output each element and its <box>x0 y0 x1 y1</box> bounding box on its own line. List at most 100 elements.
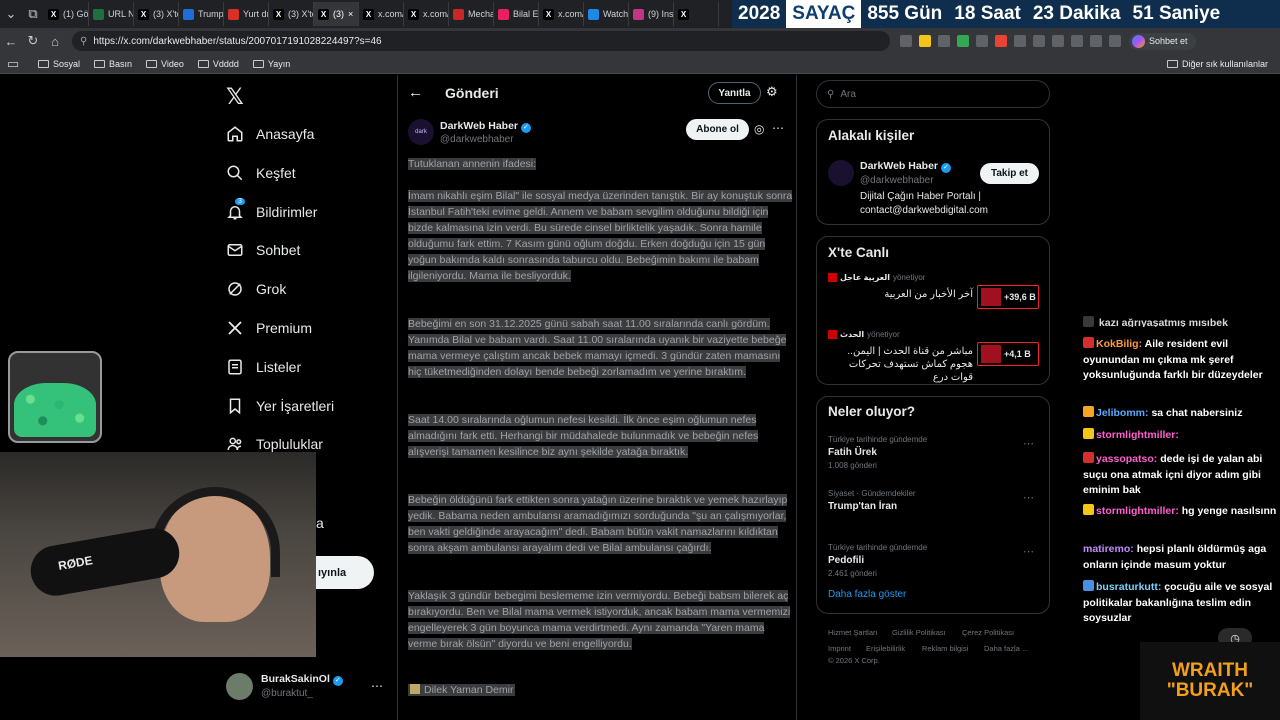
trends-title: Neler oluyor? <box>828 404 916 419</box>
trend-item[interactable]: Türkiye tarihinde gündemde Pedofili 2.461 … <box>828 543 1040 587</box>
related-avatar[interactable] <box>828 160 854 186</box>
browser-tab[interactable]: Xx.com/ <box>359 2 404 26</box>
footer-link[interactable]: Reklam bilgisi <box>922 644 968 653</box>
chat-username[interactable]: stormlightmiller: <box>1096 429 1179 441</box>
browser-tab[interactable]: (9) Inst <box>629 2 674 26</box>
live-item[interactable]: الحدث yönetiyor مباشر من قناة الحدث | اليم… <box>828 330 1040 383</box>
extension-icon[interactable] <box>1090 35 1102 47</box>
tab-actions-icon[interactable]: ▭ <box>2 54 24 74</box>
bookmark-folder[interactable]: Yayın <box>252 59 290 69</box>
nav-item-grok[interactable]: Grok <box>226 274 286 304</box>
footer-link[interactable]: Daha fazla ... <box>984 644 1028 653</box>
nav-item-bookmark[interactable]: Yer İşaretleri <box>226 391 334 421</box>
extension-icon[interactable] <box>919 35 931 47</box>
extension-icon[interactable] <box>1109 35 1121 47</box>
chat-username[interactable]: KokBilig: <box>1096 338 1142 350</box>
grok-icon[interactable]: ◎ <box>754 122 764 136</box>
browser-tab[interactable]: X <box>674 2 719 26</box>
browser-tab[interactable]: X (3) X'te <box>134 2 179 26</box>
search-input[interactable]: ⚲ Ara <box>816 80 1050 108</box>
subscribe-button[interactable]: Abone ol <box>686 119 749 140</box>
extension-icon[interactable] <box>938 35 950 47</box>
follow-button[interactable]: Takip et <box>980 163 1039 184</box>
home-icon[interactable]: ⌂ <box>44 31 66 51</box>
chat-username[interactable]: busraturkutt: <box>1096 581 1161 593</box>
extension-icon[interactable] <box>976 35 988 47</box>
footer-link[interactable]: Erişilebilirlik <box>866 644 905 653</box>
trend-more-icon[interactable]: ⋯ <box>1023 491 1034 504</box>
nav-item-list[interactable]: Listeler <box>226 352 301 382</box>
author-name[interactable]: DarkWeb Haber ✓ <box>440 120 531 133</box>
trend-more-icon[interactable]: ⋯ <box>1023 545 1034 558</box>
post-button-partial[interactable]: ıyınla <box>316 556 374 589</box>
site-info-icon[interactable]: ⚲ <box>80 36 87 47</box>
author-avatar[interactable]: dark <box>408 119 434 145</box>
account-avatar[interactable] <box>226 673 253 700</box>
account-menu-icon[interactable]: ⋯ <box>371 679 383 693</box>
trend-item[interactable]: Siyaset · Gündemdekiler Trump'tan İran ⋯ <box>828 489 1040 533</box>
browser-tab[interactable]: Mecha <box>449 2 494 26</box>
bookmark-folder[interactable]: Vdddd <box>197 59 239 69</box>
extension-icon[interactable] <box>1071 35 1083 47</box>
live-item[interactable]: العربية عاجل yönetiyor آخر الأخبار من العر… <box>828 273 1040 323</box>
chat-badge-icon <box>1083 337 1094 348</box>
trend-more-icon[interactable]: ⋯ <box>1023 437 1034 450</box>
browser-tab[interactable]: Bilal Er <box>494 2 539 26</box>
browser-tab[interactable]: X (1) Gö <box>44 2 89 26</box>
footer-link[interactable]: Imprint <box>828 644 851 653</box>
footer-link[interactable]: Çerez Politikası <box>962 628 1014 637</box>
nav-item-home[interactable]: Anasayfa <box>226 119 314 149</box>
chat-username[interactable]: Jelibomm: <box>1096 407 1149 419</box>
extension-icon[interactable] <box>1033 35 1045 47</box>
browser-tab[interactable]: URL N <box>89 2 134 26</box>
extension-icon[interactable] <box>900 35 912 47</box>
close-tab-icon[interactable]: × <box>348 9 353 19</box>
nav-item-mail[interactable]: Sohbet <box>226 235 300 265</box>
extension-icon[interactable] <box>957 35 969 47</box>
folder-icon <box>1166 59 1178 68</box>
reload-icon[interactable]: ↻ <box>22 31 44 51</box>
browser-tab[interactable]: Xx.com/ <box>539 2 584 26</box>
counter-year: 2028 <box>738 3 781 24</box>
trend-item[interactable]: Türkiye tarihinde gündemde Fatih Ürek 1.00… <box>828 435 1040 479</box>
browser-tab[interactable]: X (3) X'te <box>269 2 314 26</box>
nav-item-x-logo[interactable]: Premium <box>226 313 312 343</box>
account-name[interactable]: BurakSakinOl ✓ <box>261 673 343 686</box>
back-icon[interactable]: ← <box>0 31 22 51</box>
other-bookmarks[interactable]: Diğer sık kullanılanlar <box>1166 58 1268 69</box>
footer-link[interactable]: Hizmet Şartları <box>828 628 878 637</box>
more-options-icon[interactable]: ⋯ <box>772 121 784 135</box>
x-logo-icon: X <box>273 8 284 20</box>
browser-tab[interactable]: X (3) × <box>314 2 359 26</box>
bookmark-folder[interactable]: Video <box>146 59 184 69</box>
browser-tab[interactable]: Trump <box>179 2 224 26</box>
filter-settings-icon[interactable]: ⚙ <box>766 84 778 100</box>
tab-search-icon[interactable]: ⌄ <box>0 4 22 24</box>
bookmark-folder[interactable]: Sosyal <box>38 59 80 69</box>
bookmark-folder[interactable]: Basın <box>94 59 132 69</box>
browser-tab[interactable]: Watch <box>584 2 629 26</box>
back-arrow-icon[interactable]: ← <box>408 84 423 101</box>
live-host: العربية عاجل <box>840 273 890 282</box>
chat-username[interactable]: stormlightmiller: <box>1096 505 1179 517</box>
logo-line2: "BURAK" <box>1166 680 1254 701</box>
other-bookmarks-label: Diğer sık kullanılanlar <box>1181 58 1268 69</box>
related-handle: @darkwebhaber <box>860 175 934 186</box>
related-name[interactable]: DarkWeb Haber ✓ <box>860 160 951 173</box>
copilot-button[interactable]: Sohbet et <box>1129 32 1196 50</box>
browser-tab[interactable]: Yurt dı <box>224 2 269 26</box>
show-more-link[interactable]: Daha fazla göster <box>828 589 906 600</box>
extension-icon[interactable] <box>1052 35 1064 47</box>
x-logo-icon[interactable]: 𝕏 <box>226 84 244 110</box>
browser-tab[interactable]: Xx.com/ <box>404 2 449 26</box>
extension-icon[interactable] <box>995 35 1007 47</box>
nav-item-bell[interactable]: 3 Bildirimler <box>226 197 317 227</box>
extension-icon[interactable] <box>1014 35 1026 47</box>
nav-item-search[interactable]: Keşfet <box>226 158 296 188</box>
url-field[interactable]: ⚲ https://x.com/darkwebhaber/status/2007… <box>72 31 890 51</box>
footer-link[interactable]: Gizlilik Politikası <box>892 628 946 637</box>
chat-username[interactable]: matiremo: <box>1083 543 1134 555</box>
chat-username[interactable]: yassopatso: <box>1096 453 1157 465</box>
reply-button[interactable]: Yanıtla <box>708 82 761 104</box>
workspaces-icon[interactable]: ⧉ <box>22 4 44 24</box>
